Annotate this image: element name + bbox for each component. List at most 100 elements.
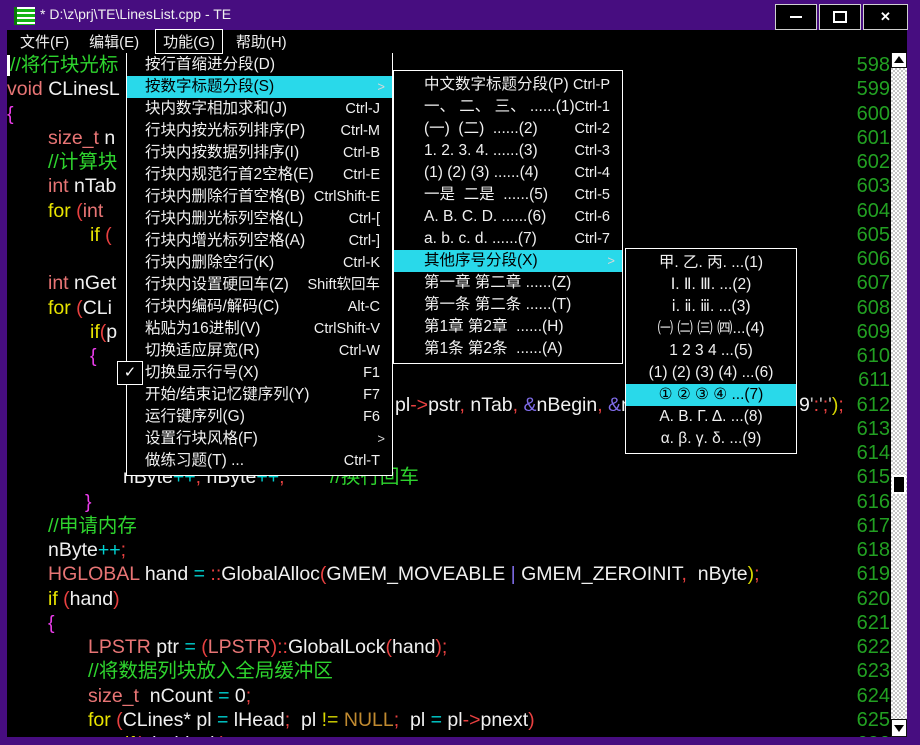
line-number: 600 — [828, 102, 890, 126]
menu-item[interactable]: 按行首缩进分段(D) — [127, 54, 392, 76]
function-menu: 按行首缩进分段(D)按数字标题分段(S)>块内数字相加求和(J)Ctrl-J行块… — [126, 50, 393, 476]
menu-item[interactable]: 开始/结束记忆键序列(Y)F7 — [127, 384, 392, 406]
menu-item[interactable]: 1. 2. 3. 4. ......(3)Ctrl-3 — [394, 140, 622, 162]
menu-item[interactable]: (1) (2) (3) (4) ...(6) — [626, 362, 796, 384]
menu-item[interactable]: Α. Β. Γ. Δ. ...(8) — [626, 406, 796, 428]
menubar-item[interactable]: 功能(G) — [155, 29, 223, 54]
menu-item-label: ⅰ. ⅱ. ⅲ. ...(3) — [626, 296, 796, 318]
menu-item[interactable]: (一) (二) ......(2)Ctrl-2 — [394, 118, 622, 140]
code-line-598[interactable]: //将行块光标 — [10, 53, 118, 77]
menu-item-shortcut: Ctrl-J — [345, 98, 380, 120]
code-line-603[interactable]: int nTab — [48, 174, 116, 198]
menu-item-shortcut: Ctrl-4 — [575, 162, 610, 184]
scrollbar-thumb[interactable] — [892, 475, 906, 494]
menu-item[interactable]: 行块内规范行首2空格(E)Ctrl-E — [127, 164, 392, 186]
line-number: 598 — [828, 53, 890, 77]
menu-item-label: (1) (2) (3) (4) ...(6) — [626, 362, 796, 384]
menu-item[interactable]: 中文数字标题分段(P)Ctrl-P — [394, 74, 622, 96]
menu-item[interactable]: 切换显示行号(X)F1✓ — [127, 362, 392, 384]
menu-item[interactable]: 甲. 乙. 丙. ...(1) — [626, 252, 796, 274]
menu-item-label: 第一章 第二章 ......(Z) — [424, 272, 571, 294]
menu-item[interactable]: 粘贴为16进制(V)CtrlShift-V — [127, 318, 392, 340]
code-line-600[interactable]: { — [7, 102, 14, 126]
code-line-622[interactable]: LPSTR ptr = (LPSTR)::GlobalLock(hand); — [88, 635, 447, 659]
checkmark-icon: ✓ — [117, 361, 143, 385]
menu-item-label: ㈠ ㈡ ㈢ ㈣...(4) — [626, 318, 796, 340]
code-line-624[interactable]: size_t nCount = 0; — [88, 684, 251, 708]
menu-item[interactable]: 按数字标题分段(S)> — [127, 76, 392, 98]
code-line-618[interactable]: nByte++; — [48, 538, 126, 562]
menu-item[interactable]: 行块内设置硬回车(Z)Shift软回车 — [127, 274, 392, 296]
line-number: 599 — [828, 77, 890, 101]
line-number: 602 — [828, 150, 890, 174]
code-line-599[interactable]: void CLinesL — [7, 77, 120, 101]
menu-item[interactable]: 块内数字相加求和(J) Ctrl-J — [127, 98, 392, 120]
menu-item[interactable]: 行块内删除行首空格(B)CtrlShift-E — [127, 186, 392, 208]
menu-item[interactable]: Ⅰ. Ⅱ. Ⅲ. ...(2) — [626, 274, 796, 296]
code-line-605[interactable]: if ( — [90, 223, 112, 247]
code-line-609[interactable]: if(p — [90, 320, 117, 344]
menu-item[interactable]: a. b. c. d. ......(7)Ctrl-7 — [394, 228, 622, 250]
code-line-616[interactable]: } — [85, 490, 92, 514]
menu-item-label: 行块内删光标列空格(L) — [145, 208, 303, 230]
menu-item[interactable]: (1) (2) (3) ......(4)Ctrl-4 — [394, 162, 622, 184]
code-line-604[interactable]: for (int — [48, 199, 109, 223]
code-line-610[interactable]: { — [90, 344, 97, 368]
scrollbar-down-button[interactable] — [891, 719, 907, 737]
menu-item-label: 块内数字相加求和(J) — [145, 98, 287, 120]
line-number: 623 — [828, 659, 890, 683]
menubar: 文件(F) 编辑(E) 功能(G) 帮助(H) — [7, 30, 907, 53]
line-number: 605 — [828, 223, 890, 247]
menu-item[interactable]: 设置行块风格(F)> — [127, 428, 392, 450]
menu-item[interactable]: ⅰ. ⅱ. ⅲ. ...(3) — [626, 296, 796, 318]
code-line-607[interactable]: int nGet — [48, 271, 116, 295]
menubar-item[interactable]: 帮助(H) — [229, 30, 294, 53]
menu-item[interactable]: 行块内按数据列排序(I)Ctrl-B — [127, 142, 392, 164]
code-line-625[interactable]: for (CLines* pl = lHead; pl != NULL; pl … — [88, 708, 535, 732]
code-line-620[interactable]: if (hand) — [48, 587, 120, 611]
menu-item[interactable]: A. B. C. D. ......(6)Ctrl-6 — [394, 206, 622, 228]
menu-item[interactable]: 行块内删除空行(K)Ctrl-K — [127, 252, 392, 274]
menu-item[interactable]: 行块内增光标列空格(A)Ctrl-] — [127, 230, 392, 252]
line-number: 621 — [828, 611, 890, 635]
vertical-scrollbar-track[interactable] — [891, 50, 907, 737]
menu-item[interactable]: 切换适应屏宽(R)Ctrl-W — [127, 340, 392, 362]
menu-item[interactable]: 做练习题(T) ...Ctrl-T — [127, 450, 392, 472]
line-number: 617 — [828, 514, 890, 538]
minimize-button[interactable] — [775, 4, 817, 30]
menu-item[interactable]: ① ② ③ ④ ...(7) — [626, 384, 796, 406]
menu-item-label: A. B. C. D. ......(6) — [424, 206, 546, 228]
code-line-602[interactable]: //计算块 — [48, 150, 117, 174]
code-line-608[interactable]: for (CLi — [48, 296, 112, 320]
menu-item[interactable]: 其他序号分段(X)> — [394, 250, 622, 272]
menu-item-shortcut: Ctrl-W — [339, 340, 380, 362]
minimize-icon — [790, 16, 802, 18]
menu-item-shortcut: Ctrl-T — [344, 450, 380, 472]
menubar-item[interactable]: 编辑(E) — [82, 30, 146, 53]
menu-item[interactable]: 一、 二、 三、 ......(1)Ctrl-1 — [394, 96, 622, 118]
menu-item[interactable]: 运行键序列(G)F6 — [127, 406, 392, 428]
menu-item[interactable]: 第1章 第2章 ......(H) — [394, 316, 622, 338]
menu-item[interactable]: 行块内编码/解码(C)Alt-C — [127, 296, 392, 318]
maximize-button[interactable] — [819, 4, 861, 30]
menu-item[interactable]: ㈠ ㈡ ㈢ ㈣...(4) — [626, 318, 796, 340]
menu-item[interactable]: 第1条 第2条 ......(A) — [394, 338, 622, 360]
menu-item[interactable]: 第一章 第二章 ......(Z) — [394, 272, 622, 294]
menubar-item[interactable]: 文件(F) — [13, 30, 76, 53]
menu-item-shortcut: F7 — [363, 384, 380, 406]
menu-item-label: 1. 2. 3. 4. ......(3) — [424, 140, 538, 162]
code-line-617[interactable]: //申请内存 — [48, 514, 137, 538]
code-line-619[interactable]: HGLOBAL hand = ::GlobalAlloc(GMEM_MOVEAB… — [48, 562, 760, 586]
close-button[interactable]: ✕ — [863, 4, 908, 30]
menu-item-label: 第1条 第2条 ......(A) — [424, 338, 563, 360]
menu-item[interactable]: 行块内删光标列空格(L)Ctrl-[ — [127, 208, 392, 230]
menu-item[interactable]: 1 2 3 4 ...(5) — [626, 340, 796, 362]
menu-item[interactable]: 行块内按光标列排序(P)Ctrl-M — [127, 120, 392, 142]
menu-item[interactable]: α. β. γ. δ. ...(9) — [626, 428, 796, 450]
menu-item[interactable]: 第一条 第二条 ......(T) — [394, 294, 622, 316]
menu-item-shortcut: Ctrl-B — [343, 142, 380, 164]
code-line-621[interactable]: { — [48, 611, 55, 635]
code-line-601[interactable]: size_t n — [48, 126, 115, 150]
menu-item[interactable]: 一是 二是 ......(5)Ctrl-5 — [394, 184, 622, 206]
code-line-623[interactable]: //将数据列块放入全局缓冲区 — [88, 659, 333, 683]
